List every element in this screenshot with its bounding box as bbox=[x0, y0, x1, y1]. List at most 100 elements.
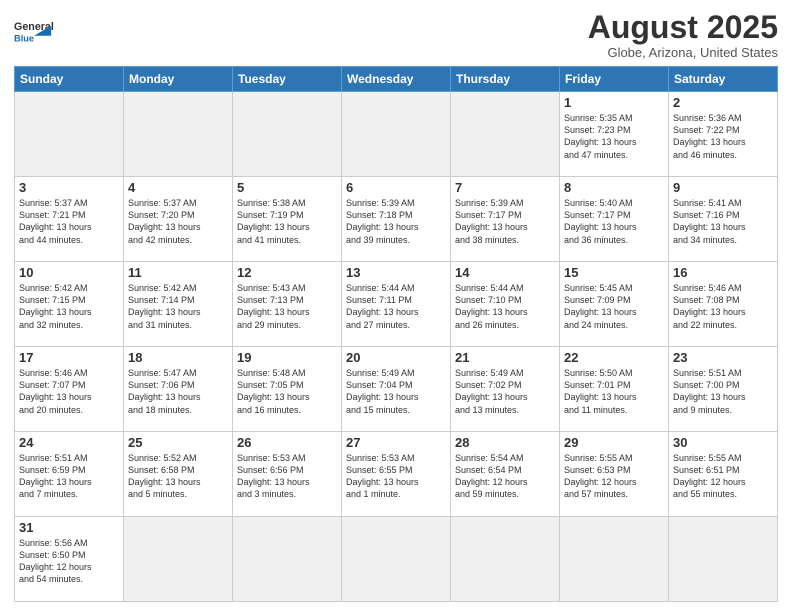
day-cell: 26Sunrise: 5:53 AMSunset: 6:56 PMDayligh… bbox=[233, 432, 342, 517]
weekday-header-row: SundayMondayTuesdayWednesdayThursdayFrid… bbox=[15, 67, 778, 92]
weekday-header-friday: Friday bbox=[560, 67, 669, 92]
day-number: 24 bbox=[19, 435, 119, 450]
day-cell: 3 Sunrise: 5:37 AMSunset: 7:21 PMDaylight… bbox=[15, 177, 124, 262]
day-cell bbox=[342, 92, 451, 177]
day-number: 27 bbox=[346, 435, 446, 450]
day-cell: 19Sunrise: 5:48 AMSunset: 7:05 PMDayligh… bbox=[233, 347, 342, 432]
day-info: Sunrise: 5:50 AMSunset: 7:01 PMDaylight:… bbox=[564, 367, 664, 416]
day-number: 13 bbox=[346, 265, 446, 280]
day-info: Sunrise: 5:38 AMSunset: 7:19 PMDaylight:… bbox=[237, 197, 337, 246]
calendar: SundayMondayTuesdayWednesdayThursdayFrid… bbox=[14, 66, 778, 602]
day-number: 31 bbox=[19, 520, 119, 535]
day-number: 14 bbox=[455, 265, 555, 280]
day-cell: 15 Sunrise: 5:45 AMSunset: 7:09 PMDayligh… bbox=[560, 262, 669, 347]
day-cell: 7 Sunrise: 5:39 AMSunset: 7:17 PMDaylight… bbox=[451, 177, 560, 262]
day-cell bbox=[15, 92, 124, 177]
day-info: Sunrise: 5:43 AMSunset: 7:13 PMDaylight:… bbox=[237, 282, 337, 331]
day-info: Sunrise: 5:39 AMSunset: 7:18 PMDaylight:… bbox=[346, 197, 446, 246]
day-number: 7 bbox=[455, 180, 555, 195]
day-number: 18 bbox=[128, 350, 228, 365]
day-number: 25 bbox=[128, 435, 228, 450]
day-cell bbox=[233, 517, 342, 602]
day-cell: 30 Sunrise: 5:55 AMSunset: 6:51 PMDayligh… bbox=[669, 432, 778, 517]
day-info: Sunrise: 5:44 AMSunset: 7:10 PMDaylight:… bbox=[455, 282, 555, 331]
day-cell bbox=[451, 517, 560, 602]
day-number: 23 bbox=[673, 350, 773, 365]
day-cell: 12 Sunrise: 5:43 AMSunset: 7:13 PMDayligh… bbox=[233, 262, 342, 347]
day-cell: 4Sunrise: 5:37 AMSunset: 7:20 PMDaylight… bbox=[124, 177, 233, 262]
day-number: 22 bbox=[564, 350, 664, 365]
day-info: Sunrise: 5:35 AMSunset: 7:23 PMDaylight:… bbox=[564, 112, 664, 161]
day-cell bbox=[451, 92, 560, 177]
weekday-header-wednesday: Wednesday bbox=[342, 67, 451, 92]
day-info: Sunrise: 5:47 AMSunset: 7:06 PMDaylight:… bbox=[128, 367, 228, 416]
location: Globe, Arizona, United States bbox=[588, 45, 778, 60]
day-cell bbox=[233, 92, 342, 177]
week-row-2: 10 Sunrise: 5:42 AMSunset: 7:15 PMDayligh… bbox=[15, 262, 778, 347]
day-number: 6 bbox=[346, 180, 446, 195]
day-number: 30 bbox=[673, 435, 773, 450]
day-info: Sunrise: 5:45 AMSunset: 7:09 PMDaylight:… bbox=[564, 282, 664, 331]
day-info: Sunrise: 5:37 AMSunset: 7:21 PMDaylight:… bbox=[19, 197, 119, 246]
day-number: 12 bbox=[237, 265, 337, 280]
day-cell: 20 Sunrise: 5:49 AMSunset: 7:04 PMDayligh… bbox=[342, 347, 451, 432]
weekday-header-tuesday: Tuesday bbox=[233, 67, 342, 92]
weekday-header-monday: Monday bbox=[124, 67, 233, 92]
day-number: 2 bbox=[673, 95, 773, 110]
day-number: 20 bbox=[346, 350, 446, 365]
day-cell: 13 Sunrise: 5:44 AMSunset: 7:11 PMDayligh… bbox=[342, 262, 451, 347]
day-number: 16 bbox=[673, 265, 773, 280]
day-cell bbox=[124, 517, 233, 602]
day-cell: 2Sunrise: 5:36 AMSunset: 7:22 PMDaylight… bbox=[669, 92, 778, 177]
day-info: Sunrise: 5:40 AMSunset: 7:17 PMDaylight:… bbox=[564, 197, 664, 246]
day-info: Sunrise: 5:44 AMSunset: 7:11 PMDaylight:… bbox=[346, 282, 446, 331]
week-row-0: 1 Sunrise: 5:35 AMSunset: 7:23 PMDaylight… bbox=[15, 92, 778, 177]
day-info: Sunrise: 5:39 AMSunset: 7:17 PMDaylight:… bbox=[455, 197, 555, 246]
day-number: 5 bbox=[237, 180, 337, 195]
day-cell bbox=[124, 92, 233, 177]
day-cell: 21Sunrise: 5:49 AMSunset: 7:02 PMDayligh… bbox=[451, 347, 560, 432]
day-info: Sunrise: 5:53 AMSunset: 6:55 PMDaylight:… bbox=[346, 452, 446, 501]
day-number: 9 bbox=[673, 180, 773, 195]
day-number: 10 bbox=[19, 265, 119, 280]
day-cell: 10 Sunrise: 5:42 AMSunset: 7:15 PMDayligh… bbox=[15, 262, 124, 347]
day-info: Sunrise: 5:56 AMSunset: 6:50 PMDaylight:… bbox=[19, 537, 119, 586]
day-info: Sunrise: 5:55 AMSunset: 6:51 PMDaylight:… bbox=[673, 452, 773, 501]
day-cell: 28Sunrise: 5:54 AMSunset: 6:54 PMDayligh… bbox=[451, 432, 560, 517]
day-cell bbox=[560, 517, 669, 602]
day-cell: 24Sunrise: 5:51 AMSunset: 6:59 PMDayligh… bbox=[15, 432, 124, 517]
title-block: August 2025 Globe, Arizona, United State… bbox=[588, 10, 778, 60]
day-cell: 31 Sunrise: 5:56 AMSunset: 6:50 PMDayligh… bbox=[15, 517, 124, 602]
day-cell: 18 Sunrise: 5:47 AMSunset: 7:06 PMDayligh… bbox=[124, 347, 233, 432]
day-cell: 11Sunrise: 5:42 AMSunset: 7:14 PMDayligh… bbox=[124, 262, 233, 347]
day-cell: 6 Sunrise: 5:39 AMSunset: 7:18 PMDaylight… bbox=[342, 177, 451, 262]
day-info: Sunrise: 5:52 AMSunset: 6:58 PMDaylight:… bbox=[128, 452, 228, 501]
day-info: Sunrise: 5:51 AMSunset: 7:00 PMDaylight:… bbox=[673, 367, 773, 416]
day-cell: 9Sunrise: 5:41 AMSunset: 7:16 PMDaylight… bbox=[669, 177, 778, 262]
day-number: 15 bbox=[564, 265, 664, 280]
day-number: 4 bbox=[128, 180, 228, 195]
weekday-header-sunday: Sunday bbox=[15, 67, 124, 92]
day-cell bbox=[342, 517, 451, 602]
day-cell: 29Sunrise: 5:55 AMSunset: 6:53 PMDayligh… bbox=[560, 432, 669, 517]
header: General Blue August 2025 Globe, Arizona,… bbox=[14, 10, 778, 60]
day-info: Sunrise: 5:46 AMSunset: 7:08 PMDaylight:… bbox=[673, 282, 773, 331]
day-number: 8 bbox=[564, 180, 664, 195]
day-number: 29 bbox=[564, 435, 664, 450]
logo: General Blue bbox=[14, 10, 64, 50]
svg-text:Blue: Blue bbox=[14, 33, 34, 43]
day-number: 11 bbox=[128, 265, 228, 280]
day-info: Sunrise: 5:53 AMSunset: 6:56 PMDaylight:… bbox=[237, 452, 337, 501]
week-row-4: 24Sunrise: 5:51 AMSunset: 6:59 PMDayligh… bbox=[15, 432, 778, 517]
day-number: 28 bbox=[455, 435, 555, 450]
day-number: 17 bbox=[19, 350, 119, 365]
day-number: 3 bbox=[19, 180, 119, 195]
day-info: Sunrise: 5:42 AMSunset: 7:15 PMDaylight:… bbox=[19, 282, 119, 331]
day-number: 19 bbox=[237, 350, 337, 365]
week-row-5: 31 Sunrise: 5:56 AMSunset: 6:50 PMDayligh… bbox=[15, 517, 778, 602]
day-info: Sunrise: 5:46 AMSunset: 7:07 PMDaylight:… bbox=[19, 367, 119, 416]
day-info: Sunrise: 5:49 AMSunset: 7:04 PMDaylight:… bbox=[346, 367, 446, 416]
day-number: 1 bbox=[564, 95, 664, 110]
day-cell: 27 Sunrise: 5:53 AMSunset: 6:55 PMDayligh… bbox=[342, 432, 451, 517]
logo-svg: General Blue bbox=[14, 10, 64, 50]
